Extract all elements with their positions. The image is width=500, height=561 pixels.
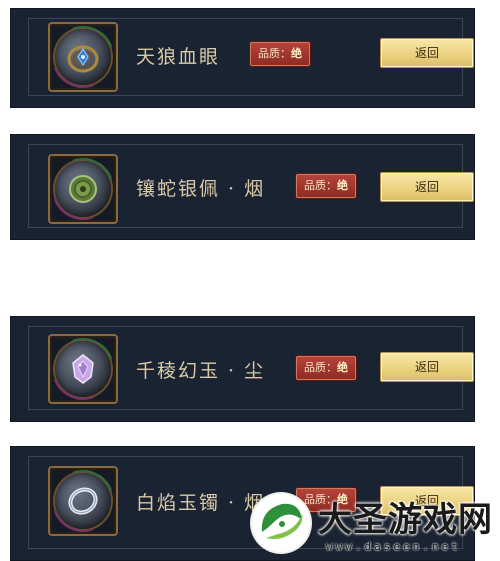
- item-slot[interactable]: [48, 466, 118, 536]
- item-card-2: 镶蛇银佩 · 烟 品质：绝 返回: [10, 134, 475, 240]
- watermark-title: 大圣游戏网: [318, 500, 493, 540]
- ring-gem-icon: [67, 45, 99, 73]
- item-card-1: 天狼血眼 品质：绝 返回: [10, 8, 475, 108]
- watermark: 大圣游戏网 www.daseen.net: [246, 488, 500, 561]
- quality-value: 绝: [337, 179, 348, 192]
- return-button[interactable]: 返回: [380, 172, 474, 202]
- quality-value: 绝: [291, 47, 302, 60]
- return-button[interactable]: 返回: [380, 38, 474, 68]
- quality-badge: 品质：绝: [296, 174, 356, 198]
- item-slot[interactable]: [48, 22, 118, 92]
- item-orb: [55, 161, 111, 217]
- item-orb: [55, 29, 111, 85]
- item-name: 千稜幻玉 · 尘: [136, 360, 266, 382]
- quality-label: 品质：: [304, 361, 337, 374]
- item-card-3: 千稜幻玉 · 尘 品质：绝 返回: [10, 316, 475, 422]
- crystal-jade-icon: [72, 354, 94, 384]
- item-slot[interactable]: [48, 154, 118, 224]
- item-name: 镶蛇银佩 · 烟: [136, 178, 266, 200]
- bracelet-icon: [68, 487, 98, 515]
- watermark-logo-icon: [252, 494, 310, 552]
- item-orb: [55, 473, 111, 529]
- quality-badge: 品质：绝: [250, 42, 310, 66]
- item-orb: [55, 341, 111, 397]
- item-name: 天狼血眼: [136, 46, 221, 68]
- quality-badge: 品质：绝: [296, 356, 356, 380]
- watermark-url: www.daseen.net: [326, 540, 461, 553]
- quality-value: 绝: [337, 361, 348, 374]
- item-slot[interactable]: [48, 334, 118, 404]
- quality-label: 品质：: [258, 47, 291, 60]
- return-button[interactable]: 返回: [380, 352, 474, 382]
- jade-pendant-icon: [69, 175, 97, 203]
- quality-label: 品质：: [304, 179, 337, 192]
